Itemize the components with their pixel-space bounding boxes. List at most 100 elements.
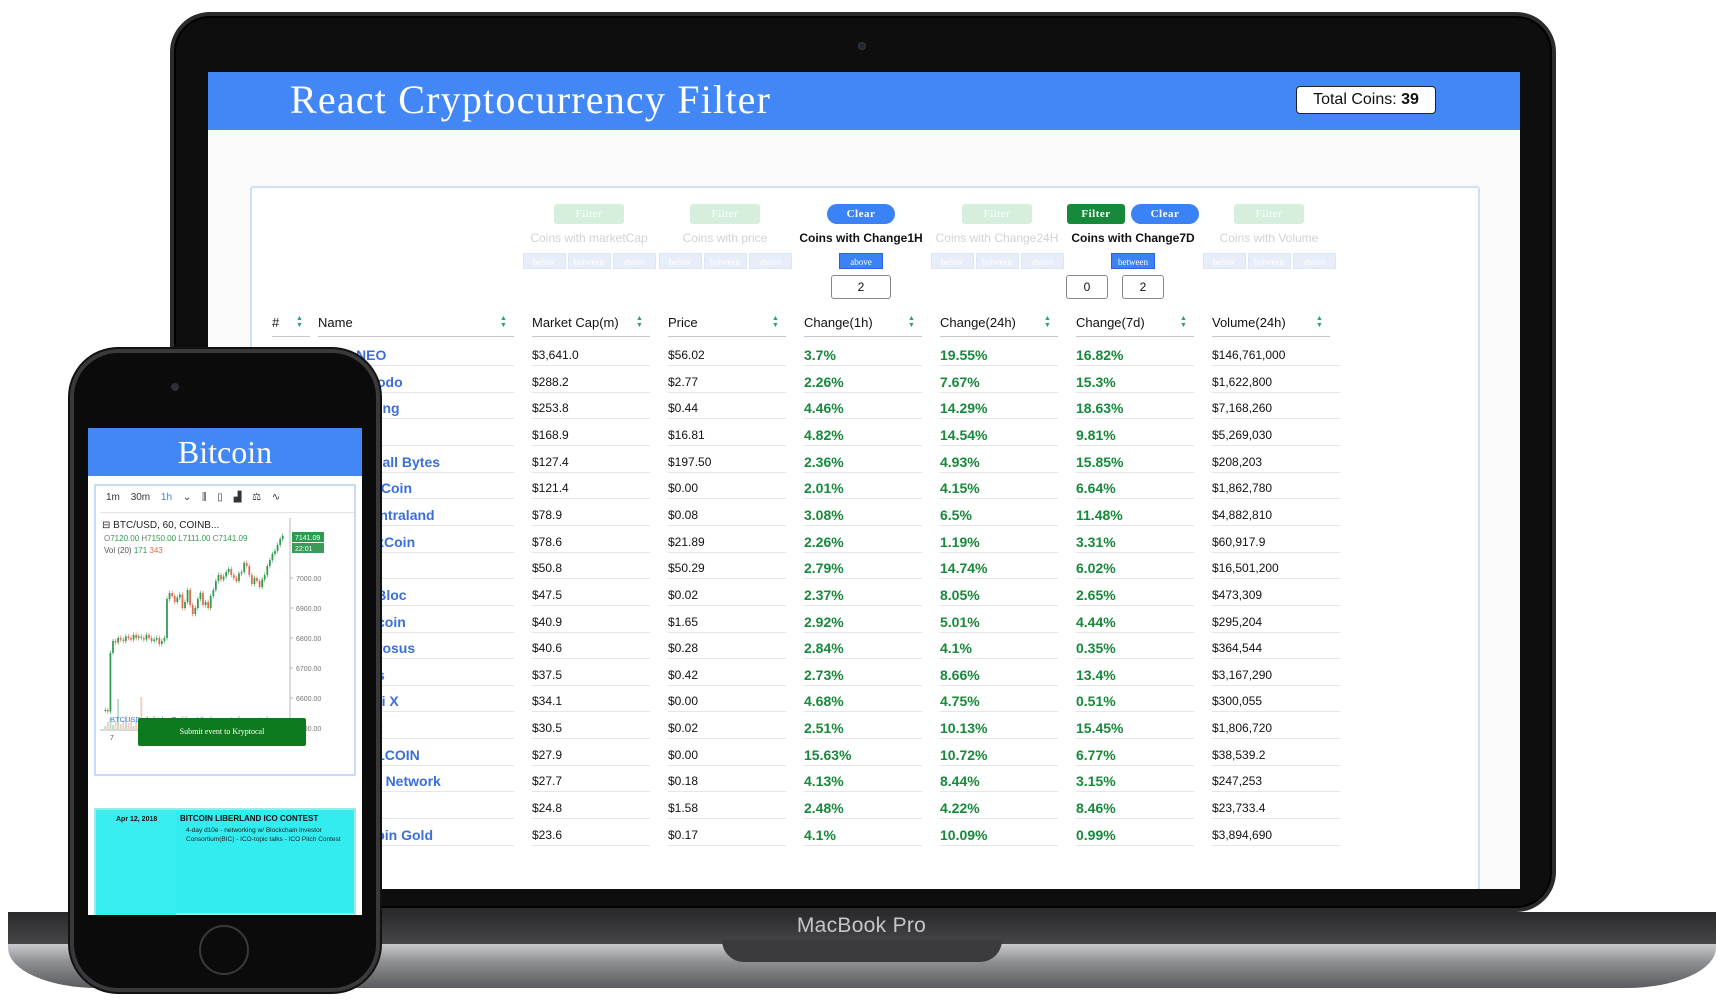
filter-button[interactable]: Filter xyxy=(962,204,1032,224)
candle-body xyxy=(238,573,240,581)
column-header[interactable]: Change(1h) ▲ ▼ xyxy=(804,311,922,337)
column-header[interactable]: Name ▲ ▼ xyxy=(318,311,514,337)
sort-icon[interactable]: ▲ ▼ xyxy=(296,315,303,329)
filter-mode-above[interactable]: above xyxy=(1292,253,1336,269)
price: $0.00 xyxy=(668,481,699,496)
change-7d: 8.46% xyxy=(1076,800,1116,817)
candle-body xyxy=(207,602,210,608)
change-1h: 2.26% xyxy=(804,533,844,550)
sort-icon[interactable]: ▲ ▼ xyxy=(1180,315,1187,329)
candle-body xyxy=(266,566,269,575)
filter-label: Coins with price xyxy=(682,231,768,245)
change-7d: 3.15% xyxy=(1076,773,1116,790)
sort-icon[interactable]: ▲ ▼ xyxy=(1316,315,1323,329)
change-7d: 13.4% xyxy=(1076,666,1116,683)
phone-home-button[interactable] xyxy=(199,925,249,975)
candle-body xyxy=(281,535,284,539)
candle-body xyxy=(112,641,114,653)
candle-body xyxy=(171,593,174,596)
laptop-camera xyxy=(858,42,866,50)
column-header[interactable]: # ▲ ▼ xyxy=(272,311,310,337)
table-row[interactable]: bikoin Gold $23.6 $0.17 4.1% 10.09% 0.99% $3,8… xyxy=(252,820,1482,851)
change-24h: 19.55% xyxy=(940,347,988,363)
candle-body xyxy=(230,569,233,575)
filter-mode-group: below between above xyxy=(1194,252,1344,270)
filter-button[interactable]: Filter xyxy=(554,204,624,224)
filter-button[interactable]: Filter xyxy=(690,204,760,224)
price-tick-label: 6700.00 xyxy=(296,666,321,673)
filter-mode-above[interactable]: above xyxy=(839,253,883,269)
candle-body xyxy=(106,710,109,712)
filter-min-input[interactable]: 0 xyxy=(1066,275,1108,299)
price: $0.00 xyxy=(668,694,699,709)
column-header-label: Price xyxy=(668,315,698,330)
column-header[interactable]: Volume(24h) ▲ ▼ xyxy=(1212,311,1330,337)
filter-mode-between[interactable]: between xyxy=(703,253,747,269)
price: $197.50 xyxy=(668,454,712,469)
candle-body xyxy=(209,596,212,608)
clear-button[interactable]: Clear xyxy=(827,204,895,224)
candle-body xyxy=(178,594,181,598)
filter-mode-below[interactable]: below xyxy=(930,253,974,269)
candle-body xyxy=(158,638,161,644)
candle-body xyxy=(130,638,132,640)
candle-body xyxy=(271,554,274,560)
volume-24h: $364,544 xyxy=(1212,641,1263,656)
filter-label: Coins with Change24H xyxy=(935,231,1059,245)
candle-body xyxy=(176,597,179,602)
filter-button[interactable]: Filter xyxy=(1067,204,1125,224)
candle-body xyxy=(166,599,168,638)
laptop-notch xyxy=(722,940,1002,962)
candle-body xyxy=(122,639,125,641)
filter-mode-below[interactable]: below xyxy=(658,253,702,269)
event-card[interactable]: Apr 12, 2018 BITCOIN LIBERLAND ICO CONTE… xyxy=(94,808,356,915)
volume-24h: $38,539.2 xyxy=(1212,747,1266,762)
filter-value-input[interactable]: 2 xyxy=(831,275,891,299)
price: $16.81 xyxy=(668,427,705,442)
filter-mode-group: below between above xyxy=(514,252,664,270)
candle-body xyxy=(155,638,158,640)
submit-event-button[interactable]: Submit event to Kryptocal xyxy=(138,718,306,746)
price: $0.42 xyxy=(668,667,699,682)
sort-icon[interactable]: ▲ ▼ xyxy=(772,315,779,329)
sort-icon[interactable]: ▲ ▼ xyxy=(500,315,507,329)
column-header-label: Volume(24h) xyxy=(1212,315,1286,330)
app-header: React Cryptocurrency Filter Total Coins:… xyxy=(208,72,1520,130)
price-tick-label: 6900.00 xyxy=(296,606,321,613)
row-divider xyxy=(804,844,922,846)
change-1h: 2.51% xyxy=(804,720,844,737)
row-divider xyxy=(940,844,1058,846)
filter-mode-between[interactable]: between xyxy=(1247,253,1291,269)
price: $0.44 xyxy=(668,401,699,416)
filter-mode-between[interactable]: between xyxy=(567,253,611,269)
volume-24h: $4,882,810 xyxy=(1212,507,1273,522)
filter-buttons: Filter xyxy=(922,204,1072,226)
change-24h: 14.29% xyxy=(940,400,988,417)
filter-mode-below[interactable]: below xyxy=(522,253,566,269)
change-1h: 2.26% xyxy=(804,373,844,390)
filter-button[interactable]: Filter xyxy=(1234,204,1304,224)
filter-mode-group: between xyxy=(1058,252,1208,270)
column-header[interactable]: Market Cap(m) ▲ ▼ xyxy=(532,311,650,337)
filter-mode-below[interactable]: below xyxy=(1202,253,1246,269)
filter-mode-group: below between above xyxy=(922,252,1072,270)
change-24h: 8.44% xyxy=(940,773,980,790)
filter-label: Coins with Volume xyxy=(1219,231,1319,245)
filter-max-input[interactable]: 2 xyxy=(1122,275,1164,299)
candle-body xyxy=(119,638,122,640)
column-header[interactable]: Change(24h) ▲ ▼ xyxy=(940,311,1058,337)
price-tick-label: 7000.00 xyxy=(296,576,321,583)
candle-body xyxy=(263,575,266,580)
filter-mode-between[interactable]: between xyxy=(975,253,1019,269)
sort-icon[interactable]: ▲ ▼ xyxy=(908,315,915,329)
price-tick-label: 6800.00 xyxy=(296,636,321,643)
clear-button[interactable]: Clear xyxy=(1131,204,1199,224)
volume-bar xyxy=(117,699,120,729)
column-header[interactable]: Change(7d) ▲ ▼ xyxy=(1076,311,1194,337)
sort-icon[interactable]: ▲ ▼ xyxy=(636,315,643,329)
price-tag-label: 7141.09 xyxy=(295,535,320,542)
market-cap: $288.2 xyxy=(532,374,569,389)
column-header[interactable]: Price ▲ ▼ xyxy=(668,311,786,337)
sort-icon[interactable]: ▲ ▼ xyxy=(1044,315,1051,329)
filter-mode-between[interactable]: between xyxy=(1111,253,1155,269)
